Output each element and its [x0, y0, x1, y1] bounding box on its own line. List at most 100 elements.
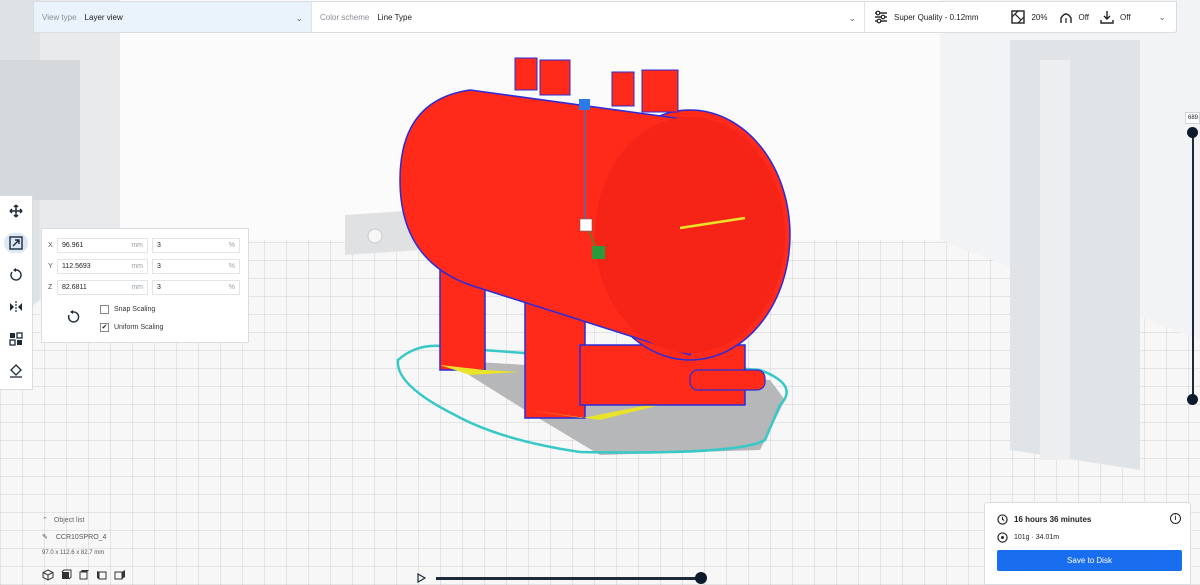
gizmo-y-handle	[579, 99, 590, 110]
print-time: 16 hours 36 minutes	[1014, 515, 1092, 524]
percent-unit: %	[228, 283, 235, 291]
right-pillar	[1010, 40, 1140, 470]
layer-slider-top-handle[interactable]	[1187, 127, 1198, 138]
move-tool[interactable]	[4, 201, 28, 221]
scale-y-row: Y 112.5693 mm 3 %	[48, 258, 240, 274]
gizmo-z-handle	[592, 246, 605, 259]
rotate-tool[interactable]	[4, 265, 28, 285]
view-type-label: View type	[42, 12, 77, 22]
support-setting: Off	[1058, 9, 1089, 25]
view-type-value: Layer view	[84, 12, 123, 22]
camera-view-buttons	[42, 569, 126, 581]
uniform-scaling-label: Uniform Scaling	[114, 324, 164, 331]
rotate-icon	[10, 268, 22, 281]
adhesion-value: Off	[1120, 12, 1131, 22]
chevron-down-icon: ⌄	[848, 13, 856, 23]
tool-sidebar	[0, 195, 33, 390]
sliders-icon	[875, 10, 887, 24]
quality-value: Super Quality - 0.12mm	[894, 12, 979, 22]
scale-tool[interactable]	[4, 233, 28, 253]
scale-y-mm-input[interactable]: 112.5693 mm	[57, 258, 148, 274]
reset-scale-icon[interactable]	[66, 310, 80, 324]
spool-icon	[997, 532, 1008, 543]
path-slider-handle[interactable]	[695, 572, 707, 584]
color-scheme-label: Color scheme	[320, 12, 370, 22]
percent-unit: %	[228, 262, 235, 270]
snap-scaling-label: Snap Scaling	[114, 306, 156, 313]
rear-bracket-hole	[367, 228, 383, 244]
object-dimensions: 97.0 x 112.6 x 82.7 mm	[42, 550, 105, 556]
path-slider-track[interactable]	[436, 577, 702, 580]
left-pillar	[0, 60, 80, 200]
save-to-disk-button[interactable]: Save to Disk	[997, 550, 1182, 571]
scale-z-mm-value: 82.6811	[62, 283, 87, 291]
info-icon[interactable]: i	[1170, 513, 1181, 524]
scale-icon	[9, 236, 23, 250]
scale-z-percent-value: 3	[157, 283, 161, 291]
scale-x-mm-input[interactable]: 96.961 mm	[57, 237, 148, 253]
support-blocker-icon	[10, 364, 22, 378]
material-row: 101g · 34.01m	[997, 532, 1059, 543]
gizmo-center-handle	[579, 218, 593, 232]
view-type-dropdown[interactable]: View type Layer view ⌄	[34, 2, 312, 32]
view-settings-bar: View type Layer view ⌄ Color scheme Line…	[33, 1, 1177, 33]
object-list-toggle[interactable]: ⌃ Object list	[42, 516, 85, 525]
view-right-icon[interactable]	[114, 569, 126, 581]
scale-panel: X 96.961 mm 3 % Y 112.5693 mm 3 % Z 82.6…	[41, 228, 249, 343]
adhesion-setting: Off	[1099, 9, 1131, 25]
scale-x-percent-input[interactable]: 3 %	[152, 237, 240, 253]
scale-y-percent-value: 3	[157, 262, 161, 270]
quality-setting: Super Quality - 0.12mm	[873, 9, 978, 25]
chevron-down-icon: ⌄	[1158, 12, 1166, 22]
scale-x-percent-value: 3	[157, 241, 161, 249]
print-time-row: 16 hours 36 minutes	[997, 514, 1091, 525]
support-icon	[1059, 13, 1072, 23]
uniform-scaling-checkbox[interactable]: ✔ Uniform Scaling	[100, 323, 163, 332]
scale-z-mm-input[interactable]: 82.6811 mm	[57, 279, 148, 295]
color-scheme-value: Line Type	[377, 12, 412, 22]
move-icon	[9, 204, 23, 218]
view-left-icon[interactable]	[96, 569, 108, 581]
scale-z-percent-input[interactable]: 3 %	[152, 279, 240, 295]
chevron-down-icon: ⌄	[295, 13, 303, 23]
view-top-icon[interactable]	[78, 569, 90, 581]
clock-icon	[997, 514, 1008, 525]
mm-unit: mm	[131, 283, 143, 291]
infill-icon	[1011, 10, 1026, 24]
scale-y-percent-input[interactable]: 3 %	[152, 258, 240, 274]
mm-unit: mm	[131, 241, 143, 249]
print-settings-summary[interactable]: Super Quality - 0.12mm 20% Off Off ⌄	[865, 2, 1176, 32]
layer-slider-track[interactable]	[1192, 130, 1194, 400]
material-usage: 101g · 34.01m	[1014, 534, 1060, 541]
scale-x-mm-value: 96.961	[62, 241, 84, 249]
y-axis-label: Y	[48, 262, 53, 270]
snap-scaling-box[interactable]	[100, 305, 109, 314]
mirror-tool[interactable]	[4, 297, 28, 317]
mirror-icon	[10, 301, 22, 313]
print-summary-panel: 16 hours 36 minutes 101g · 34.01m i Save…	[984, 502, 1191, 585]
adhesion-icon	[1100, 11, 1114, 24]
object-list-item[interactable]: ✎ CCR10SPRO_4	[42, 533, 107, 542]
object-name: CCR10SPRO_4	[55, 533, 107, 541]
layer-number-input[interactable]: 689	[1185, 112, 1200, 124]
x-axis-label: X	[48, 241, 53, 249]
pencil-icon: ✎	[42, 534, 48, 541]
uniform-scaling-box[interactable]: ✔	[100, 323, 109, 332]
per-model-settings-icon	[9, 332, 23, 346]
right-pillar-highlight	[1040, 60, 1070, 460]
chevron-up-icon: ⌃	[42, 517, 48, 524]
layer-slider-bottom-handle[interactable]	[1187, 394, 1198, 405]
per-model-settings-tool[interactable]	[4, 329, 28, 349]
support-blocker-tool[interactable]	[4, 361, 28, 381]
snap-scaling-checkbox[interactable]: Snap Scaling	[100, 305, 155, 314]
scale-z-row: Z 82.6811 mm 3 %	[48, 279, 240, 295]
color-scheme-dropdown[interactable]: Color scheme Line Type ⌄	[312, 2, 865, 32]
object-list-title: Object list	[53, 516, 85, 524]
percent-unit: %	[228, 241, 235, 249]
mm-unit: mm	[131, 262, 143, 270]
view-3d-icon[interactable]	[42, 569, 54, 581]
view-front-icon[interactable]	[60, 569, 72, 581]
infill-setting: 20%	[1010, 9, 1048, 25]
play-icon[interactable]	[416, 573, 426, 583]
object-list-panel: ⌃ Object list ✎ CCR10SPRO_4 97.0 x 112.6…	[40, 514, 200, 584]
